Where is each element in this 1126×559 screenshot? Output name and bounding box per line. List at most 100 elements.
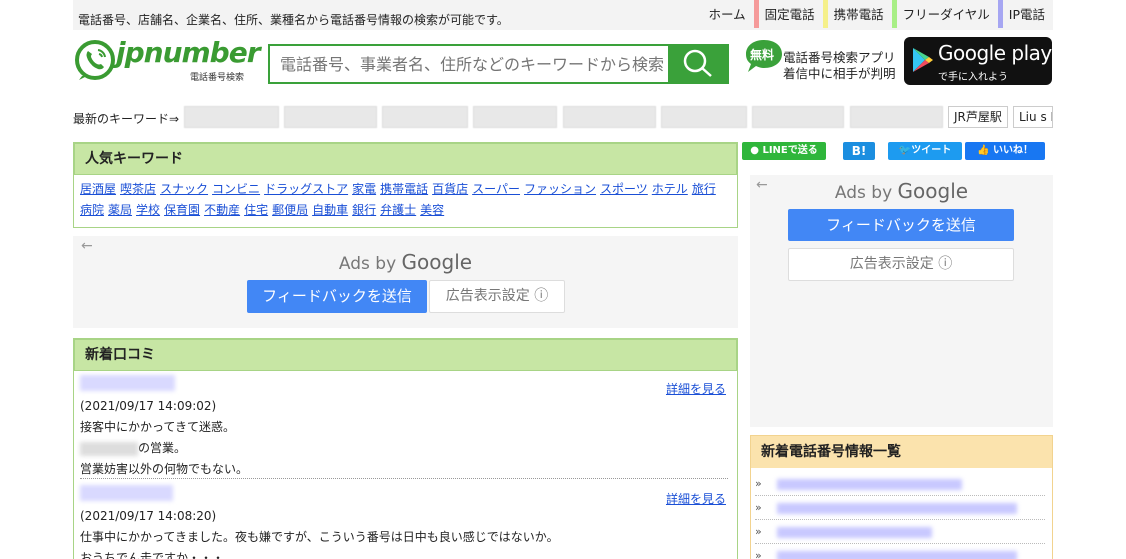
ad-settings-button[interactable]: 広告表示設定 ⓘ: [429, 280, 565, 313]
list-item[interactable]: »: [755, 498, 1045, 520]
nav-landline[interactable]: 固定電話: [753, 0, 823, 28]
top-nav: ホーム 固定電話 携帯電話 フリーダイヤル IP電話: [697, 0, 1053, 28]
search-icon: [683, 49, 712, 77]
keyword-link[interactable]: 不動産: [204, 203, 240, 217]
keyword-link[interactable]: スナック: [160, 182, 208, 196]
keyword-link[interactable]: 居酒屋: [80, 182, 116, 196]
logo-text[interactable]: jpnumber: [116, 36, 261, 69]
nav-mobile[interactable]: 携帯電話: [822, 0, 892, 28]
review-blurred-text: [80, 441, 138, 456]
twitter-icon: 🐦: [898, 145, 912, 156]
keyword-chip[interactable]: [661, 106, 747, 128]
blurred-entry: [777, 551, 1017, 559]
line-icon: ●: [750, 145, 759, 156]
keyword-chip-liu[interactable]: Liu s E: [1013, 106, 1053, 128]
bullet: »: [755, 501, 762, 514]
keyword-chip[interactable]: [473, 106, 557, 128]
keyword-link[interactable]: 銀行: [352, 203, 376, 217]
keyword-link[interactable]: 薬局: [108, 203, 132, 217]
line-share-label: LINEで送る: [762, 145, 818, 156]
review-phone-blurred[interactable]: [80, 483, 728, 506]
popular-keywords-box: 人気キーワード 居酒屋 喫茶店 スナック コンビニ ドラッグストア 家電 携帯電話 百貨店 スー…: [73, 142, 738, 228]
keyword-chip[interactable]: [184, 106, 279, 128]
thumbs-up-icon: 👍: [977, 145, 990, 156]
ads-by-label: Ads by: [834, 183, 893, 203]
keyword-link[interactable]: コンビニ: [212, 182, 260, 196]
review-text: 接客中にかかってきて迷惑。: [80, 420, 236, 434]
review-detail-link[interactable]: 詳細を見る: [666, 379, 726, 400]
keyword-link[interactable]: 百貨店: [432, 182, 468, 196]
new-numbers-box: 新着電話番号情報一覧 » » » »: [750, 435, 1053, 559]
review-text: おうちでん走ですか・・・: [80, 551, 225, 559]
line-share-button[interactable]: ● LINEで送る: [742, 142, 826, 160]
list-item[interactable]: »: [755, 522, 1045, 544]
app-line-2: 着信中に相手が判明: [783, 66, 896, 81]
popular-keywords-list: 居酒屋 喫茶店 スナック コンビニ ドラッグストア 家電 携帯電話 百貨店 スーパー ファッション…: [80, 179, 730, 221]
nav-freedial[interactable]: フリーダイヤル: [891, 0, 998, 28]
app-line-1: 電話番号検索アプリ: [783, 50, 896, 65]
keyword-link[interactable]: 家電: [352, 182, 376, 196]
review-phone-blurred[interactable]: [80, 373, 728, 396]
review-date: (2021/09/17 14:08:20): [80, 509, 217, 523]
hatena-button[interactable]: B!: [843, 142, 875, 160]
keyword-link[interactable]: スポーツ: [600, 182, 648, 196]
logo-phone-icon[interactable]: [73, 38, 117, 82]
bullet: »: [755, 477, 762, 490]
ads-by-google: Ads by Google: [750, 179, 1053, 203]
blurred-entry: [777, 479, 962, 490]
keyword-link[interactable]: 弁護士: [380, 203, 416, 217]
search-button[interactable]: [668, 46, 727, 82]
tweet-label: ツイート: [911, 145, 952, 156]
google-play-badge[interactable]: Google play で手に入れよう: [904, 37, 1052, 85]
review-text-suffix: の営業。: [138, 441, 187, 455]
search-input[interactable]: [270, 46, 668, 82]
gplay-sub-label: で手に入れよう: [938, 72, 1008, 83]
keyword-chip[interactable]: [284, 106, 377, 128]
popular-keywords-title: 人気キーワード: [74, 143, 737, 175]
keyword-link[interactable]: 自動車: [312, 203, 348, 217]
keyword-link[interactable]: 病院: [80, 203, 104, 217]
keyword-link[interactable]: 保育園: [164, 203, 200, 217]
keyword-chip[interactable]: [850, 106, 943, 128]
ads-by-google: Ads by Google: [73, 250, 738, 274]
nav-home[interactable]: ホーム: [697, 0, 753, 28]
play-store-icon: [913, 48, 933, 72]
like-label: いいね！: [992, 145, 1033, 156]
blurred-entry: [777, 503, 1017, 514]
facebook-like-button[interactable]: 👍 いいね！: [965, 142, 1045, 160]
gplay-label: Google play: [938, 41, 1052, 65]
ad-feedback-button[interactable]: フィードバックを送信: [788, 209, 1014, 241]
ad-settings-button[interactable]: 広告表示設定 ⓘ: [788, 248, 1014, 281]
site-tagline: 電話番号、店舗名、企業名、住所、業種名から電話番号情報の検索が可能です。: [78, 13, 509, 27]
list-item[interactable]: »: [755, 546, 1045, 559]
tweet-button[interactable]: 🐦ツイート: [888, 142, 962, 160]
new-numbers-title: 新着電話番号情報一覧: [751, 436, 1052, 468]
keyword-link[interactable]: ドラッグストア: [264, 182, 348, 196]
google-label: Google: [897, 179, 969, 203]
review-name-blur: [80, 375, 175, 391]
keyword-link[interactable]: 郵便局: [272, 203, 308, 217]
keyword-link[interactable]: 喫茶店: [120, 182, 156, 196]
review-detail-link[interactable]: 詳細を見る: [666, 489, 726, 510]
keyword-link[interactable]: 住宅: [244, 203, 268, 217]
free-badge-text: 無料: [750, 48, 775, 62]
keyword-chip-jr-ashiya[interactable]: JR芦屋駅: [948, 106, 1008, 128]
keyword-link[interactable]: 携帯電話: [380, 182, 428, 196]
keyword-link[interactable]: 旅行: [692, 182, 716, 196]
keyword-chip[interactable]: [563, 106, 656, 128]
keyword-link[interactable]: ホテル: [652, 182, 688, 196]
keyword-chip[interactable]: [382, 106, 468, 128]
keyword-link[interactable]: スーパー: [472, 182, 520, 196]
app-promo-text[interactable]: 電話番号検索アプリ 着信中に相手が判明: [783, 50, 896, 82]
keyword-link[interactable]: 美容: [420, 203, 444, 217]
ad-feedback-button[interactable]: フィードバックを送信: [247, 280, 427, 313]
ad-panel-right: ← Ads by Google フィードバックを送信 広告表示設定 ⓘ: [750, 175, 1053, 427]
ads-by-label: Ads by: [338, 254, 397, 274]
keyword-link[interactable]: 学校: [136, 203, 160, 217]
list-item[interactable]: »: [755, 474, 1045, 496]
keyword-chip[interactable]: [752, 106, 844, 128]
review-item: 詳細を見る (2021/09/17 14:08:20) 仕事中にかかってきました…: [80, 483, 728, 559]
keyword-link[interactable]: ファッション: [524, 182, 596, 196]
google-label: Google: [401, 250, 473, 274]
nav-ip-phone[interactable]: IP電話: [997, 0, 1053, 28]
